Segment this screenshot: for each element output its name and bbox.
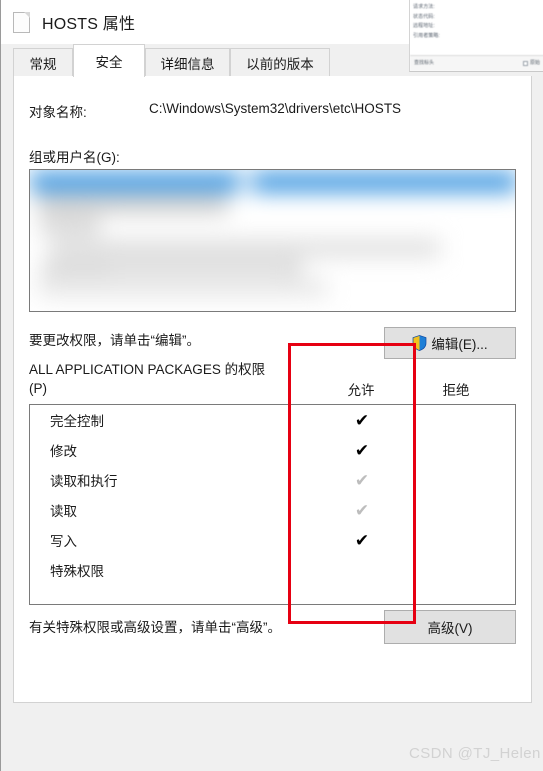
devtools-line-remote-address: 远程地址: (413, 23, 435, 29)
devtools-line-status-code: 状态代码: (413, 13, 435, 20)
permission-name: 读取和执行 (50, 474, 118, 489)
permissions-title: ALL APPLICATION PACKAGES 的权限(P) (29, 362, 266, 396)
deny-checkmark[interactable]: ✔ (427, 412, 487, 429)
permission-name: 修改 (50, 444, 77, 459)
advanced-settings-hint: 有关特殊权限或高级设置，请单击“高级”。 (29, 620, 281, 635)
devtools-line-referrer-policy: 引用者策略: (413, 32, 440, 39)
devtools-find-headers-label[interactable]: 查找标头 (414, 59, 434, 69)
deny-checkmark[interactable]: ✔ (427, 562, 487, 579)
permission-name: 写入 (50, 534, 77, 549)
advanced-button[interactable]: 高级(V) (384, 610, 516, 644)
group-or-user-names-listbox[interactable] (29, 169, 516, 312)
deny-checkmark[interactable]: ✔ (427, 472, 487, 489)
devtools-raw-checkbox[interactable] (522, 61, 528, 66)
edit-permissions-hint: 要更改权限，请单击“编辑”。 (29, 333, 200, 348)
allow-checkmark[interactable]: ✔ (332, 532, 392, 549)
command-bar: 确定 取消 应用(A) (1, 703, 543, 771)
edit-button[interactable]: 编辑(E)... (384, 327, 516, 359)
table-row[interactable]: 修改 ✔ ✔ (30, 435, 515, 465)
devtools-line-request-method: 请求方法: (413, 4, 435, 10)
uac-shield-icon (412, 335, 427, 351)
deny-checkmark[interactable]: ✔ (427, 532, 487, 549)
allow-checkmark[interactable]: ✔ (332, 502, 392, 519)
deny-checkmark[interactable]: ✔ (427, 442, 487, 459)
page-title: HOSTS 属性 (42, 16, 136, 33)
screenshot-root: HOSTS 属性 常规 安全 详细信息 以前的版本 对象名称: C:\Windo… (0, 0, 543, 771)
blurred-content (30, 170, 515, 311)
devtools-toolbar: 查找标头 原始 (410, 55, 543, 71)
group-or-user-names-label: 组或用户名(G): (29, 150, 120, 165)
column-header-deny: 拒绝 (442, 383, 470, 398)
deny-checkmark[interactable]: ✔ (427, 502, 487, 519)
tab-details[interactable]: 详细信息 (145, 48, 230, 76)
devtools-overlay-panel: 请求方法: 状态代码: 远程地址: 引用者策略: 查找标头 原始 (409, 0, 543, 72)
permissions-list[interactable]: 完全控制 ✔ ✔ 修改 ✔ ✔ 读取和执行 ✔ ✔ 读取 ✔ ✔ 写入 ✔ (29, 404, 516, 605)
table-row[interactable]: 完全控制 ✔ ✔ (30, 405, 515, 435)
tab-general[interactable]: 常规 (13, 48, 73, 76)
permission-name: 完全控制 (50, 414, 104, 429)
table-row[interactable]: 写入 ✔ ✔ (30, 525, 515, 555)
allow-checkmark[interactable]: ✔ (332, 442, 392, 459)
column-header-allow: 允许 (347, 383, 375, 398)
edit-button-label: 编辑(E)... (431, 337, 488, 352)
allow-checkmark[interactable]: ✔ (332, 472, 392, 489)
table-row[interactable]: 读取和执行 ✔ ✔ (30, 465, 515, 495)
object-name-label: 对象名称: (29, 105, 87, 120)
table-row[interactable]: 读取 ✔ ✔ (30, 495, 515, 525)
object-name-value: C:\Windows\System32\drivers\etc\HOSTS (149, 101, 402, 116)
tab-previous-versions[interactable]: 以前的版本 (230, 48, 330, 76)
allow-checkmark[interactable]: ✔ (332, 562, 392, 579)
permission-name: 读取 (50, 504, 77, 519)
file-document-icon (13, 11, 30, 33)
allow-checkmark[interactable]: ✔ (332, 412, 392, 429)
devtools-raw-label: 原始 (529, 59, 540, 66)
permission-name: 特殊权限 (50, 564, 104, 579)
properties-dialog: HOSTS 属性 常规 安全 详细信息 以前的版本 对象名称: C:\Windo… (0, 0, 543, 771)
tab-security[interactable]: 安全 (73, 44, 145, 77)
table-row[interactable]: 特殊权限 ✔ ✔ (30, 555, 515, 585)
